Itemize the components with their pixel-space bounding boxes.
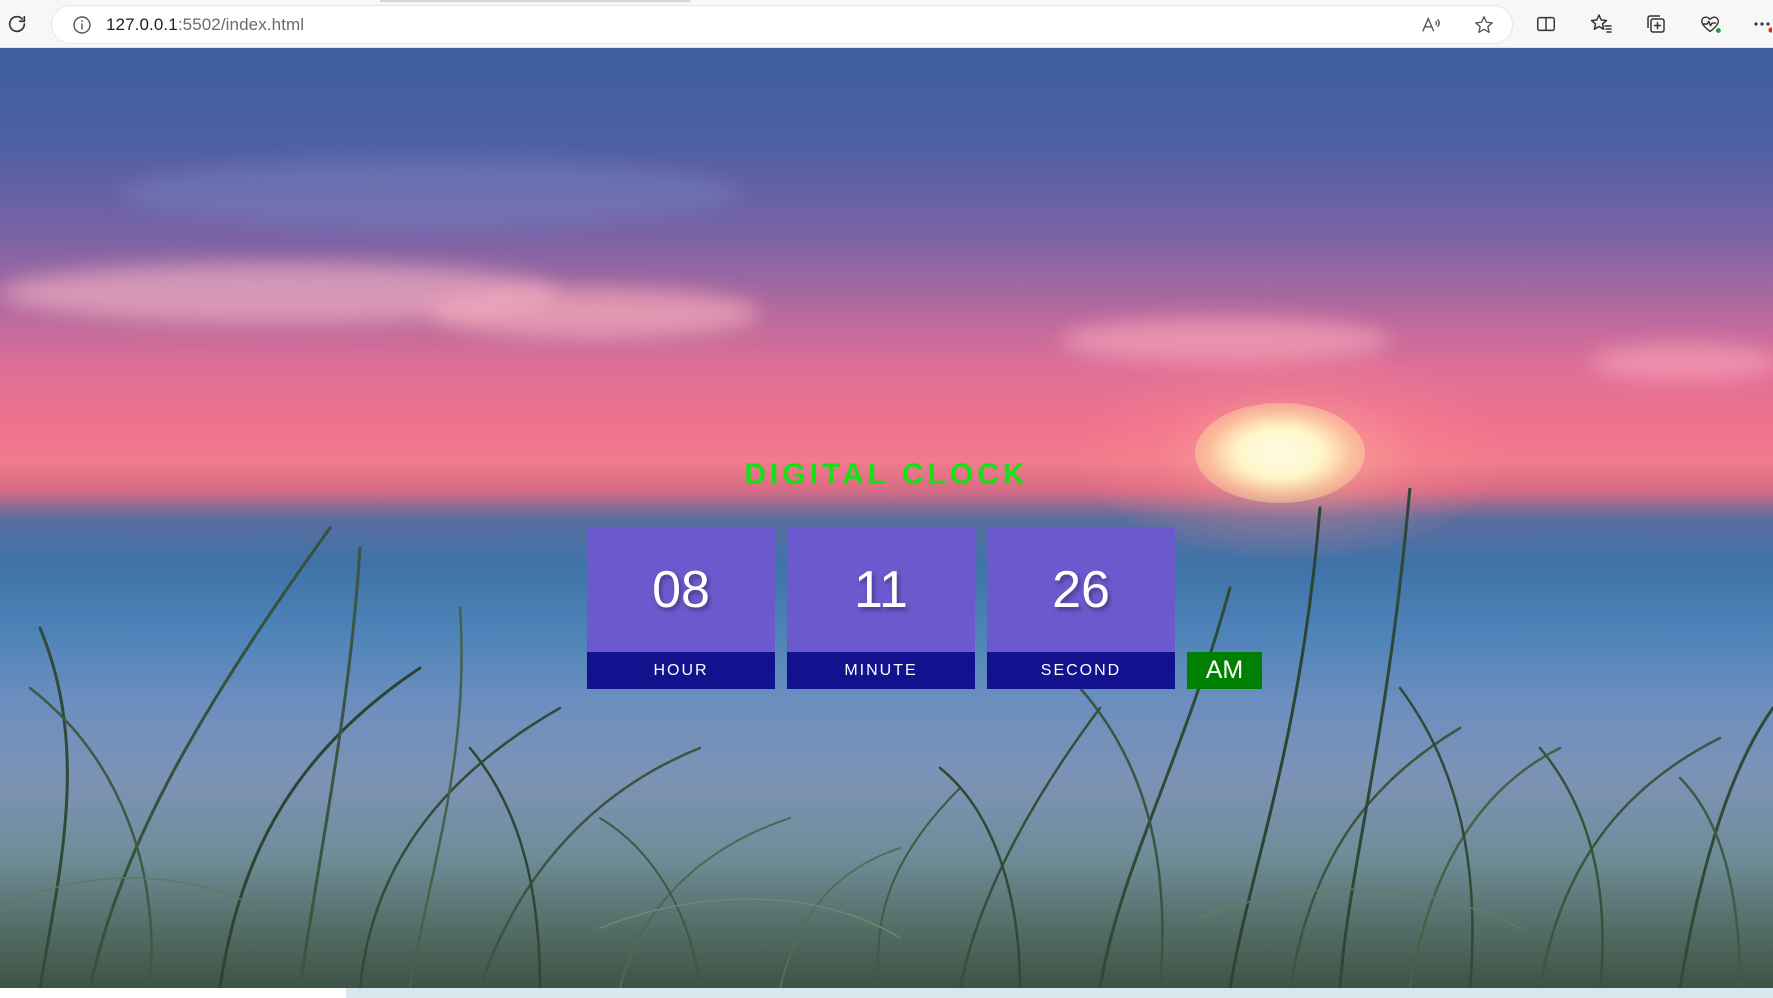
- background-cloud: [430, 288, 760, 338]
- heart-pulse-icon[interactable]: [1699, 12, 1723, 36]
- second-value: 26: [987, 527, 1175, 652]
- browser-toolbar: 127.0.0.1:5502/index.html: [0, 0, 1773, 48]
- favorites-icon[interactable]: [1589, 12, 1613, 36]
- info-icon[interactable]: [72, 15, 92, 35]
- background-cloud: [120, 158, 740, 228]
- minute-unit: 11 MINUTE: [787, 527, 975, 689]
- address-bar[interactable]: 127.0.0.1:5502/index.html: [52, 6, 1512, 43]
- star-icon[interactable]: [1472, 13, 1496, 37]
- minute-label: MINUTE: [787, 652, 975, 689]
- am-pm-badge: AM: [1187, 652, 1262, 689]
- hour-unit: 08 HOUR: [587, 527, 775, 689]
- page-viewport: DIGITAL CLOCK 08 HOUR 11 MINUTE 26 SECON…: [0, 48, 1773, 988]
- bottom-strip-segment: [0, 988, 346, 998]
- second-unit: 26 SECOND: [987, 527, 1175, 689]
- url-path: :5502/index.html: [177, 14, 305, 34]
- bottom-scroll-area: [0, 988, 1773, 998]
- background-cloud: [1590, 343, 1773, 381]
- tab-indicator: [380, 0, 690, 2]
- url-host: 127.0.0.1: [106, 14, 178, 34]
- split-screen-icon[interactable]: [1534, 12, 1558, 36]
- collections-icon[interactable]: [1644, 12, 1668, 36]
- hour-label: HOUR: [587, 652, 775, 689]
- url-text[interactable]: 127.0.0.1:5502/index.html: [106, 15, 304, 35]
- more-icon[interactable]: [1750, 12, 1773, 36]
- read-aloud-icon[interactable]: [1419, 13, 1443, 37]
- second-label: SECOND: [987, 652, 1175, 689]
- reload-icon[interactable]: [4, 11, 30, 37]
- minute-value: 11: [787, 527, 975, 652]
- bottom-strip-segment: [346, 988, 1773, 998]
- hour-value: 08: [587, 527, 775, 652]
- clock-title: DIGITAL CLOCK: [744, 458, 1029, 491]
